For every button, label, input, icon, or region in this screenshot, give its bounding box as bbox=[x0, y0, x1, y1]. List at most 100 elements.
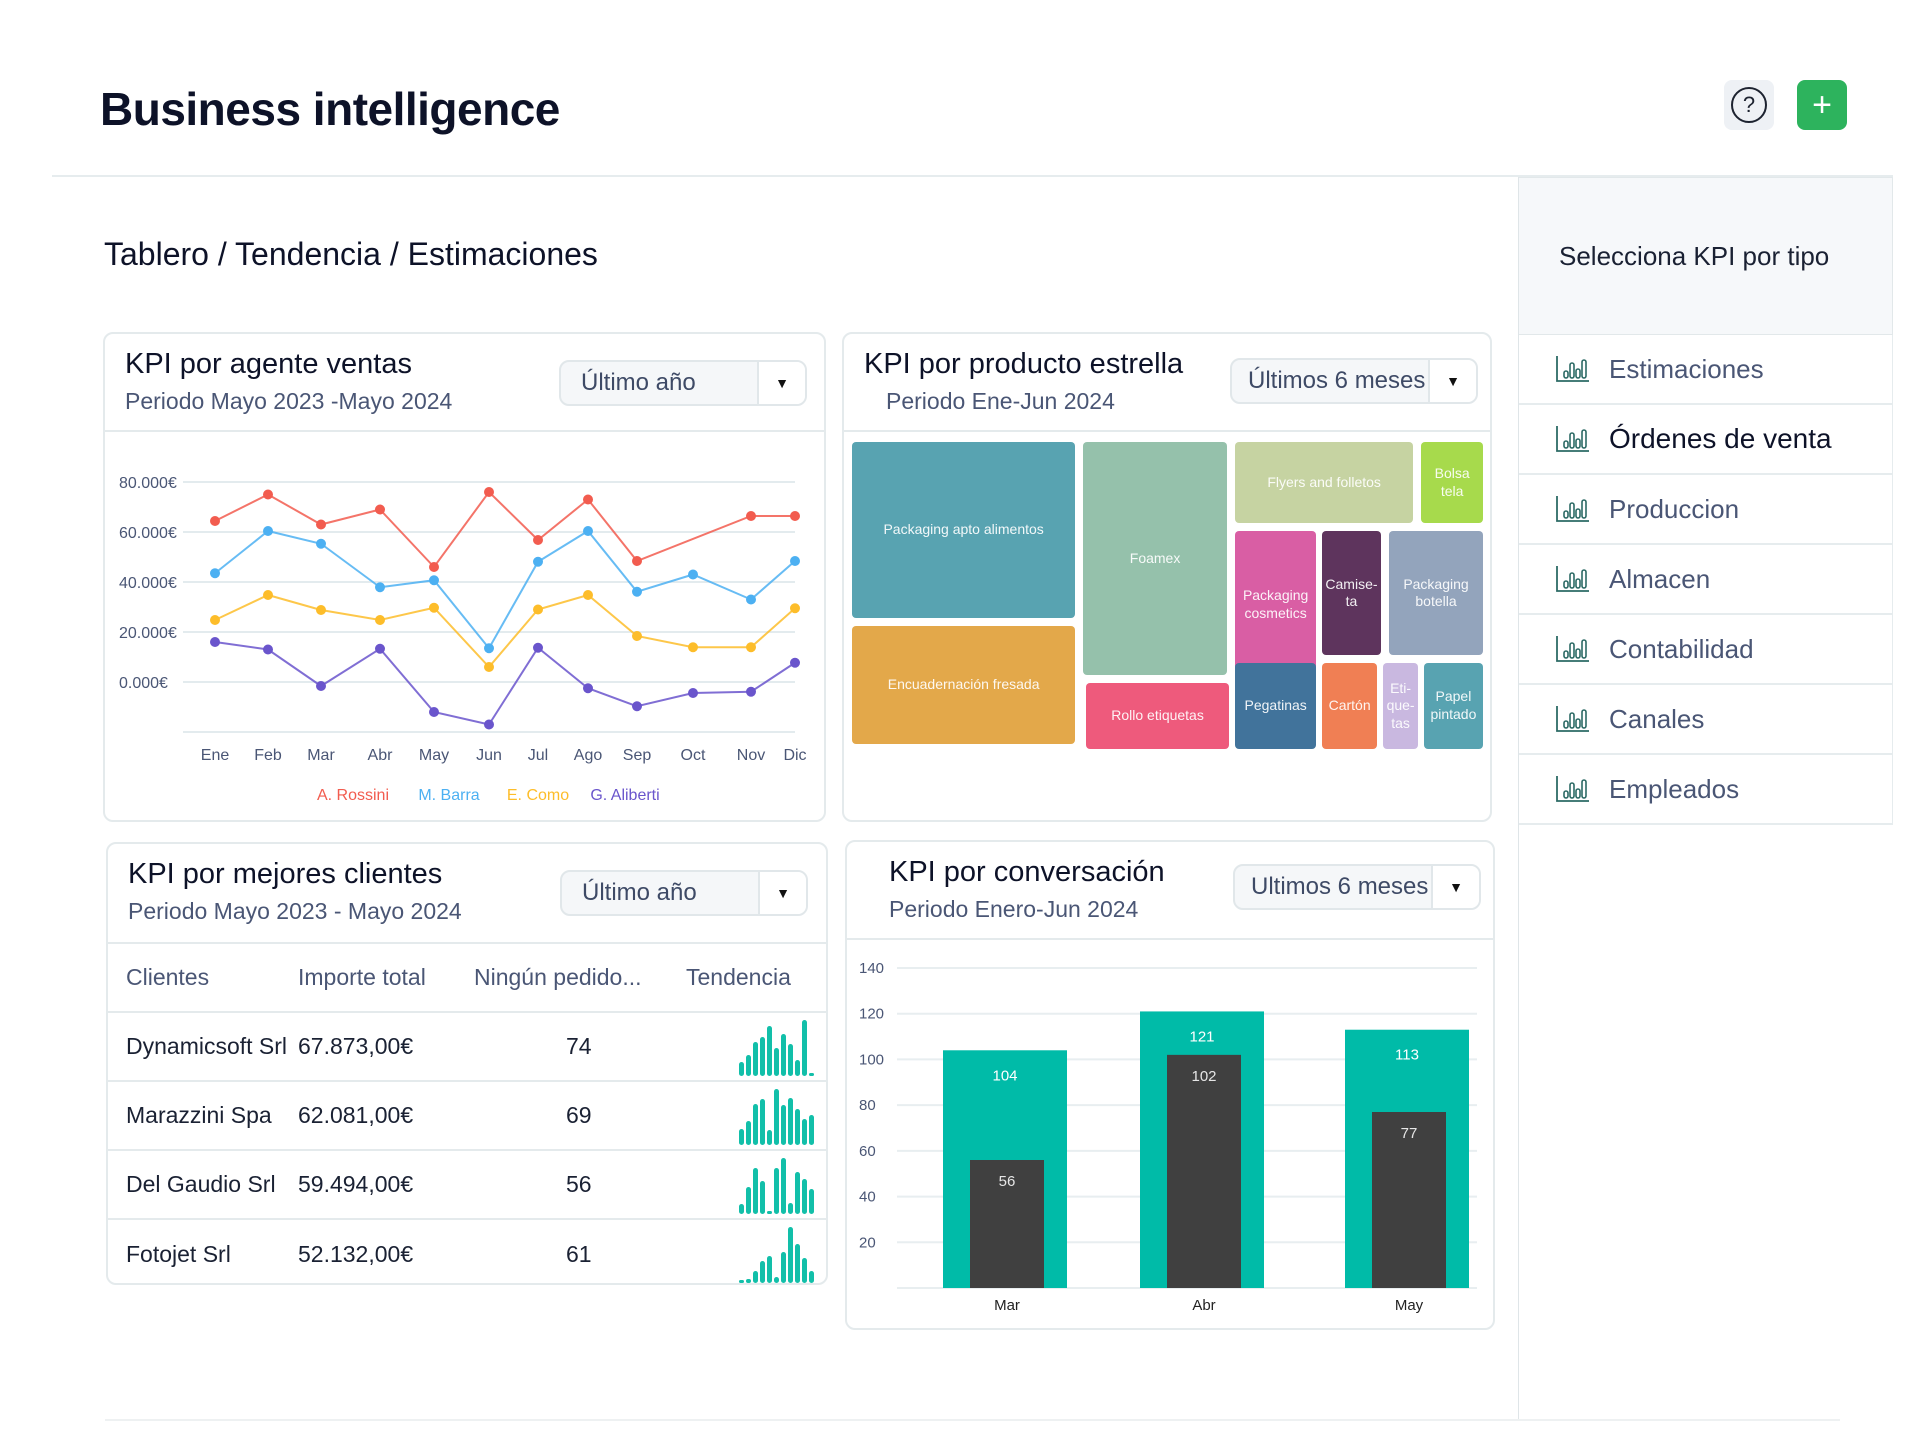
data-point bbox=[316, 681, 326, 691]
sidebar-item-estimaciones[interactable]: Estimaciones bbox=[1519, 335, 1893, 405]
card-conversation: KPI por conversación Periodo Enero-Jun 2… bbox=[845, 840, 1495, 1330]
treemap-label: Bolsa tela bbox=[1434, 465, 1470, 499]
data-point bbox=[688, 642, 698, 653]
bar-total-label: 104 bbox=[992, 1067, 1017, 1084]
bar-total-label: 121 bbox=[1189, 1028, 1214, 1045]
x-tick-label: Nov bbox=[737, 747, 765, 764]
caret-down-icon[interactable]: ▼ bbox=[758, 872, 806, 914]
bar-chart-icon bbox=[1555, 634, 1591, 664]
data-point bbox=[429, 707, 439, 717]
sparkline-bar bbox=[802, 1118, 807, 1145]
bar-chart-icon bbox=[1555, 564, 1591, 594]
sidebar-item-label: Produccion bbox=[1609, 493, 1740, 524]
treemap-label: Cartón bbox=[1328, 697, 1371, 714]
treemap-cell[interactable]: Cartón bbox=[1321, 662, 1378, 749]
x-tick-label: Ene bbox=[201, 747, 230, 764]
data-point bbox=[688, 688, 698, 698]
order-count: 74 bbox=[474, 1012, 686, 1082]
client-name: Fotojet Srl bbox=[126, 1240, 231, 1267]
sparkline-bar bbox=[774, 1088, 779, 1145]
column-header-clients[interactable]: Clientes bbox=[108, 944, 298, 1013]
sparkline-bar bbox=[795, 1171, 800, 1214]
help-button[interactable]: ? bbox=[1724, 80, 1774, 130]
sidebar-item-canales[interactable]: Canales bbox=[1519, 685, 1893, 755]
total-amount: 67.873,00€ bbox=[298, 1012, 474, 1082]
sidebar-item-almacen[interactable]: Almacen bbox=[1519, 545, 1893, 615]
bar-converted-label: 56 bbox=[999, 1173, 1016, 1190]
treemap-cell[interactable]: Rollo etiquetas bbox=[1085, 682, 1230, 749]
add-button[interactable]: + bbox=[1797, 80, 1847, 130]
table-row[interactable]: Del Gaudio Srl 59.494,00€ 56 bbox=[108, 1150, 826, 1220]
card-header: KPI por conversación Periodo Enero-Jun 2… bbox=[847, 842, 1493, 940]
caret-down-icon[interactable]: ▼ bbox=[1428, 360, 1476, 402]
data-point bbox=[210, 615, 220, 625]
sidebar-item-ordenes-de-venta[interactable]: Órdenes de venta bbox=[1519, 405, 1893, 475]
x-tick-label: Mar bbox=[994, 1297, 1020, 1314]
sparkline-bar bbox=[774, 1048, 779, 1076]
x-tick-label: Feb bbox=[254, 747, 282, 764]
table-row[interactable]: Fotojet Srl 52.132,00€ 61 bbox=[108, 1219, 826, 1283]
table-row[interactable]: Dynamicsoft Srl 67.873,00€ 74 bbox=[108, 1012, 826, 1082]
sparkline-bar bbox=[760, 1261, 765, 1283]
x-tick-label: Oct bbox=[681, 747, 706, 764]
data-point bbox=[316, 605, 326, 615]
data-point bbox=[484, 719, 494, 730]
series-line-3 bbox=[214, 641, 796, 726]
dropdown-value: Último año bbox=[581, 369, 696, 396]
bar-total-label: 113 bbox=[1395, 1047, 1419, 1064]
x-tick-label: Dic bbox=[783, 747, 806, 764]
sparkline-bar bbox=[746, 1279, 751, 1283]
data-point bbox=[790, 556, 800, 566]
data-point bbox=[790, 511, 800, 521]
card-header: KPI por mejores clientes Periodo Mayo 20… bbox=[108, 844, 826, 944]
sparkline-bar bbox=[781, 1157, 786, 1214]
data-point bbox=[533, 556, 543, 567]
y-tick-label: 0.000€ bbox=[119, 675, 168, 692]
period-dropdown[interactable]: Últimos 6 meses ▼ bbox=[1230, 358, 1478, 404]
sparkline-bar bbox=[795, 1109, 800, 1145]
treemap-cell[interactable]: Flyers and folletos bbox=[1234, 442, 1414, 524]
sparkline-bar bbox=[809, 1271, 814, 1283]
period-dropdown[interactable]: Ultimos 6 meses ▼ bbox=[1233, 864, 1481, 910]
treemap-cell[interactable]: Foamex bbox=[1083, 442, 1227, 675]
treemap-cell[interactable]: Eti- que- tas bbox=[1382, 662, 1419, 749]
caret-down-icon[interactable]: ▼ bbox=[757, 362, 805, 404]
treemap-cell[interactable]: Camise- ta bbox=[1321, 531, 1382, 655]
sidebar-item-empleados[interactable]: Empleados bbox=[1519, 755, 1893, 825]
sparkline-bar bbox=[739, 1203, 744, 1214]
column-header-amount[interactable]: Importe total bbox=[298, 944, 474, 1013]
sidebar-item-produccion[interactable]: Produccion bbox=[1519, 475, 1893, 545]
treemap-cell[interactable]: Packaging cosmetics bbox=[1234, 531, 1317, 679]
dropdown-value: Últimos 6 meses bbox=[1248, 367, 1426, 394]
x-tick-label: Abr bbox=[1192, 1297, 1215, 1314]
sidebar-item-label: Contabilidad bbox=[1609, 633, 1754, 664]
sidebar-item-label: Canales bbox=[1609, 703, 1705, 734]
sparkline-bar bbox=[760, 1181, 765, 1214]
sidebar-item-contabilidad[interactable]: Contabilidad bbox=[1519, 615, 1893, 685]
column-header-orders[interactable]: Ningún pedido... bbox=[474, 944, 686, 1013]
data-point bbox=[375, 615, 385, 625]
treemap-cell[interactable]: Pegatinas bbox=[1234, 662, 1317, 749]
card-agent-sales: KPI por agente ventas Periodo Mayo 2023 … bbox=[103, 332, 826, 822]
bar-chart-icon bbox=[1555, 354, 1591, 384]
trend-cell bbox=[686, 1081, 826, 1151]
column-header-trend[interactable]: Tendencia bbox=[686, 944, 826, 1013]
treemap-cell[interactable]: Encuadernación fresada bbox=[852, 625, 1076, 745]
sparkline-bar bbox=[809, 1188, 814, 1214]
sparkline-bar bbox=[739, 1279, 744, 1283]
sparkline-bar bbox=[788, 1202, 793, 1214]
sparkline-bar bbox=[781, 1034, 786, 1076]
data-point bbox=[583, 494, 593, 505]
period-dropdown[interactable]: Último año ▼ bbox=[559, 360, 807, 406]
sparkline-bar bbox=[767, 1129, 772, 1145]
treemap-label: Eti- que- tas bbox=[1386, 679, 1415, 731]
table-row[interactable]: Marazzini Spa 62.081,00€ 69 bbox=[108, 1081, 826, 1151]
period-dropdown[interactable]: Último año ▼ bbox=[560, 870, 808, 916]
sparkline-bar bbox=[802, 1179, 807, 1214]
treemap-cell[interactable]: Bolsa tela bbox=[1421, 442, 1483, 524]
caret-down-icon[interactable]: ▼ bbox=[1431, 866, 1479, 908]
treemap-cell[interactable]: Papel pintado bbox=[1423, 662, 1483, 749]
treemap-cell[interactable]: Packaging botella bbox=[1389, 531, 1483, 655]
treemap-cell[interactable]: Packaging apto alimentos bbox=[852, 442, 1076, 618]
data-point bbox=[790, 657, 800, 668]
